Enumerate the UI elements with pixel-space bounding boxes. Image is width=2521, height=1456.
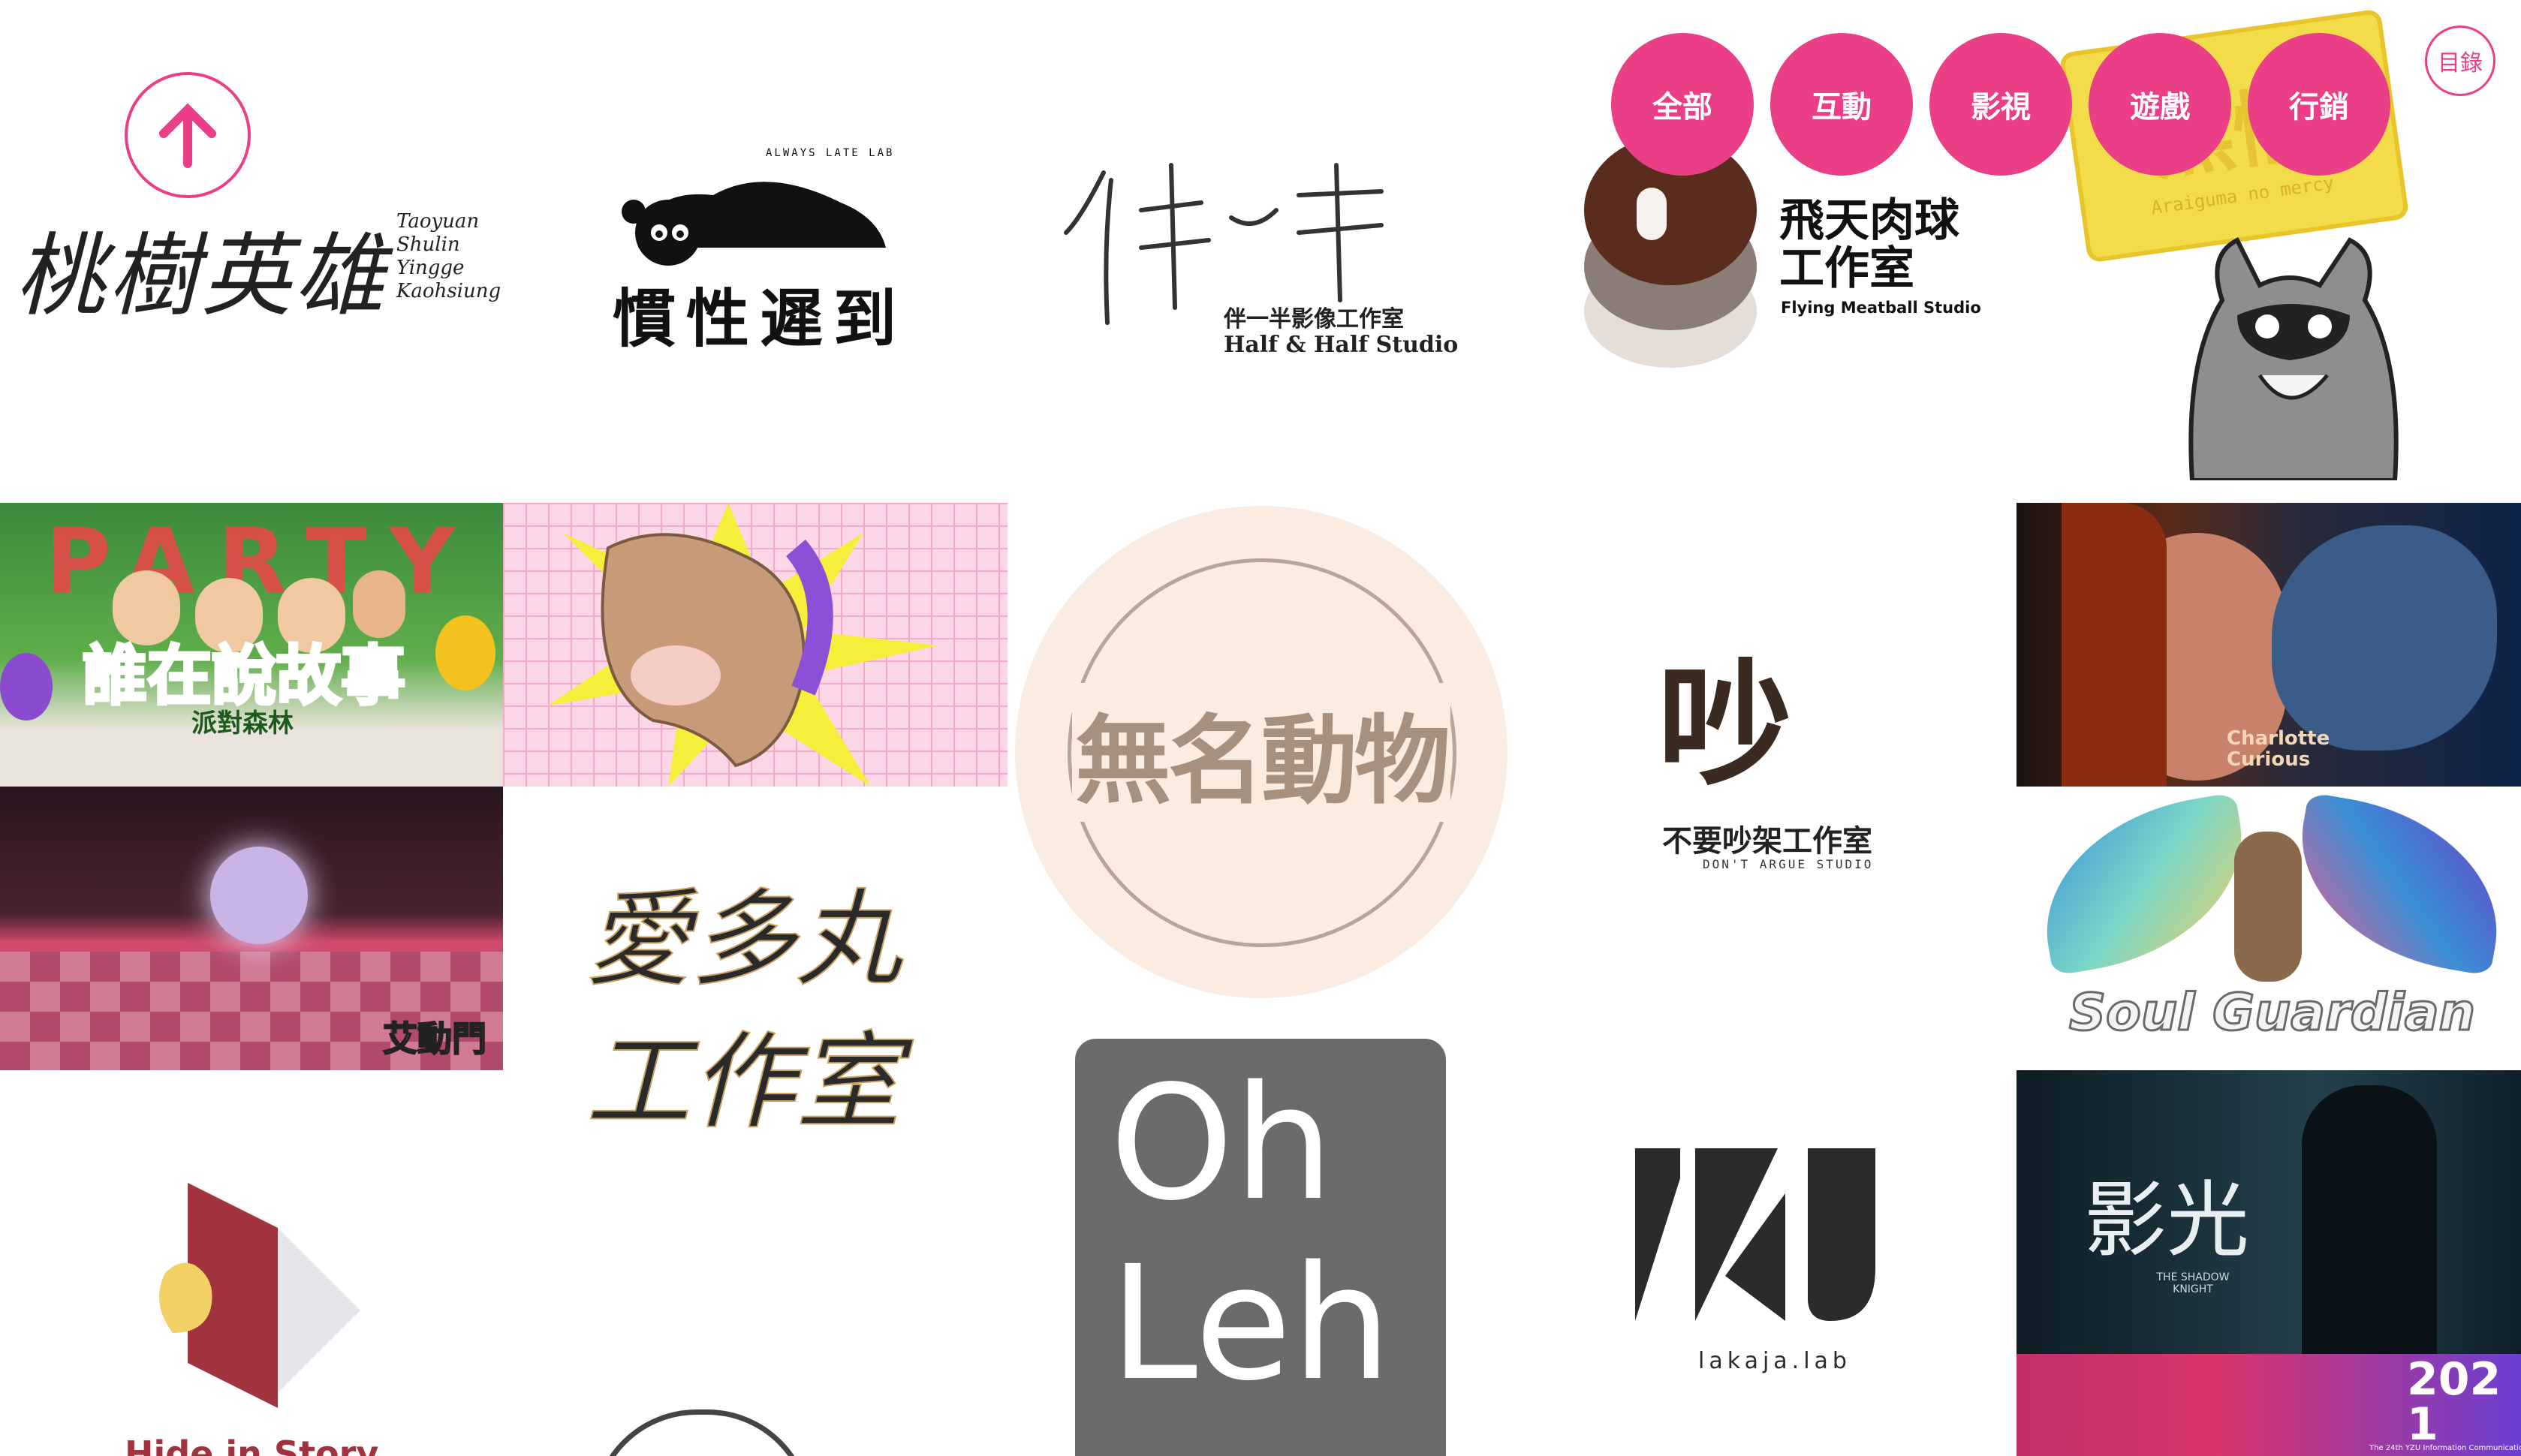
raccoon-illustration-icon <box>2188 236 2399 480</box>
project-subtitle: Flying Meatball Studio <box>1781 299 1981 317</box>
project-title: 2021 <box>2407 1354 2501 1451</box>
knight-silhouette-icon <box>2302 1085 2437 1354</box>
project-cow[interactable] <box>503 503 1007 787</box>
creature-icon <box>210 847 308 944</box>
balloon-icon <box>435 615 495 690</box>
project-title: Hide in Story <box>125 1433 379 1456</box>
project-title: 艾動門 <box>382 1018 487 1060</box>
project-title: 飛天肉球 工作室 <box>1779 194 1959 295</box>
project-title: Soul Guardian <box>2068 982 2476 1044</box>
project-dont-argue[interactable]: 吵 不要吵架工作室 DON'T ARGUE STUDIO <box>1515 503 2016 998</box>
filter-film-button[interactable]: 影視 <box>1929 33 2072 176</box>
character-icon <box>2234 832 2302 982</box>
cow-illustration-icon <box>548 503 938 787</box>
project-title: 影光 <box>2084 1172 2249 1268</box>
arrow-up-icon <box>125 72 251 198</box>
partial-logo-icon <box>592 1409 812 1456</box>
creature-icon <box>2272 525 2497 751</box>
project-always-late[interactable]: ALWAYS LATE LAB 慣性遲到 <box>503 0 1006 495</box>
project-half-half[interactable]: 伴一半影像工作室 Half & Half Studio <box>1006 0 1524 495</box>
project-2021-exhibition[interactable]: 2021 The 24th YZU Information Communicat… <box>2016 1354 2521 1456</box>
project-subtitle: The 24th YZU Information Communication <box>2369 1444 2521 1452</box>
sleeping-mascot-icon <box>622 182 886 266</box>
wing-right-icon <box>2282 792 2516 976</box>
project-oh-leh[interactable]: Oh Leh <box>1075 1039 1446 1456</box>
project-hide-in-story[interactable]: Hide in Story <box>0 1070 503 1456</box>
dont-argue-glyph: 吵 <box>1658 648 1794 805</box>
project-title: 無名動物 <box>1071 682 1450 822</box>
project-subtitle: 派對森林 <box>191 708 294 739</box>
project-title: 桃樹英雄 <box>15 224 387 329</box>
project-title: 愛多丸 工作室 <box>585 878 902 1145</box>
project-subtitle: Taoyuan Shulin Yingge Kaohsiung <box>396 210 501 302</box>
filter-game-button[interactable]: 遊戲 <box>2089 33 2231 176</box>
project-aidong-door[interactable]: 艾動門 <box>0 787 503 1070</box>
book-icon <box>159 1183 360 1408</box>
project-subtitle: lakaja.lab <box>1698 1348 1851 1374</box>
character-hair-icon <box>2062 503 2167 787</box>
filter-all-button[interactable]: 全部 <box>1611 33 1754 176</box>
wing-left-icon <box>2027 792 2261 976</box>
project-title: Oh Leh <box>1110 1051 1392 1415</box>
project-shadow-knight[interactable]: 影光 THE SHADOW KNIGHT <box>2016 1070 2521 1354</box>
project-noname-animal[interactable]: 無名動物 <box>1007 503 1515 1006</box>
lakaja-logo-icon <box>1635 1148 1875 1321</box>
project-title: 伴一半影像工作室 <box>1224 306 1404 332</box>
balloon-icon <box>0 653 53 720</box>
project-subtitle: THE SHADOW KNIGHT <box>2156 1271 2230 1295</box>
project-party-forest[interactable]: PARTY 誰在說故事 派對森林 <box>0 503 503 787</box>
noname-circle-logo: 無名動物 <box>1015 506 1507 998</box>
project-charlotte-curious[interactable]: Charlotte Curious <box>2016 503 2521 787</box>
project-lakaja-lab[interactable]: lakaja.lab <box>1515 1006 2016 1456</box>
project-subtitle: Half & Half Studio <box>1224 332 1459 358</box>
project-title: 慣性遲到 <box>613 282 908 356</box>
project-taoshu[interactable]: 桃樹英雄 Taoyuan Shulin Yingge Kaohsiung <box>0 0 503 495</box>
project-title: 不要吵架工作室 <box>1662 824 1872 859</box>
project-subtitle: DON'T ARGUE STUDIO <box>1703 857 1874 871</box>
project-title: Charlotte Curious <box>2227 727 2330 771</box>
project-soul-guardian[interactable]: Soul Guardian <box>2016 787 2521 1070</box>
filter-interactive-button[interactable]: 互動 <box>1770 33 1913 176</box>
filter-marketing-button[interactable]: 行銷 <box>2248 33 2390 176</box>
table-of-contents-button[interactable]: 目錄 <box>2425 26 2495 96</box>
project-aiduowan[interactable]: 愛多丸 工作室 <box>503 787 1007 1456</box>
